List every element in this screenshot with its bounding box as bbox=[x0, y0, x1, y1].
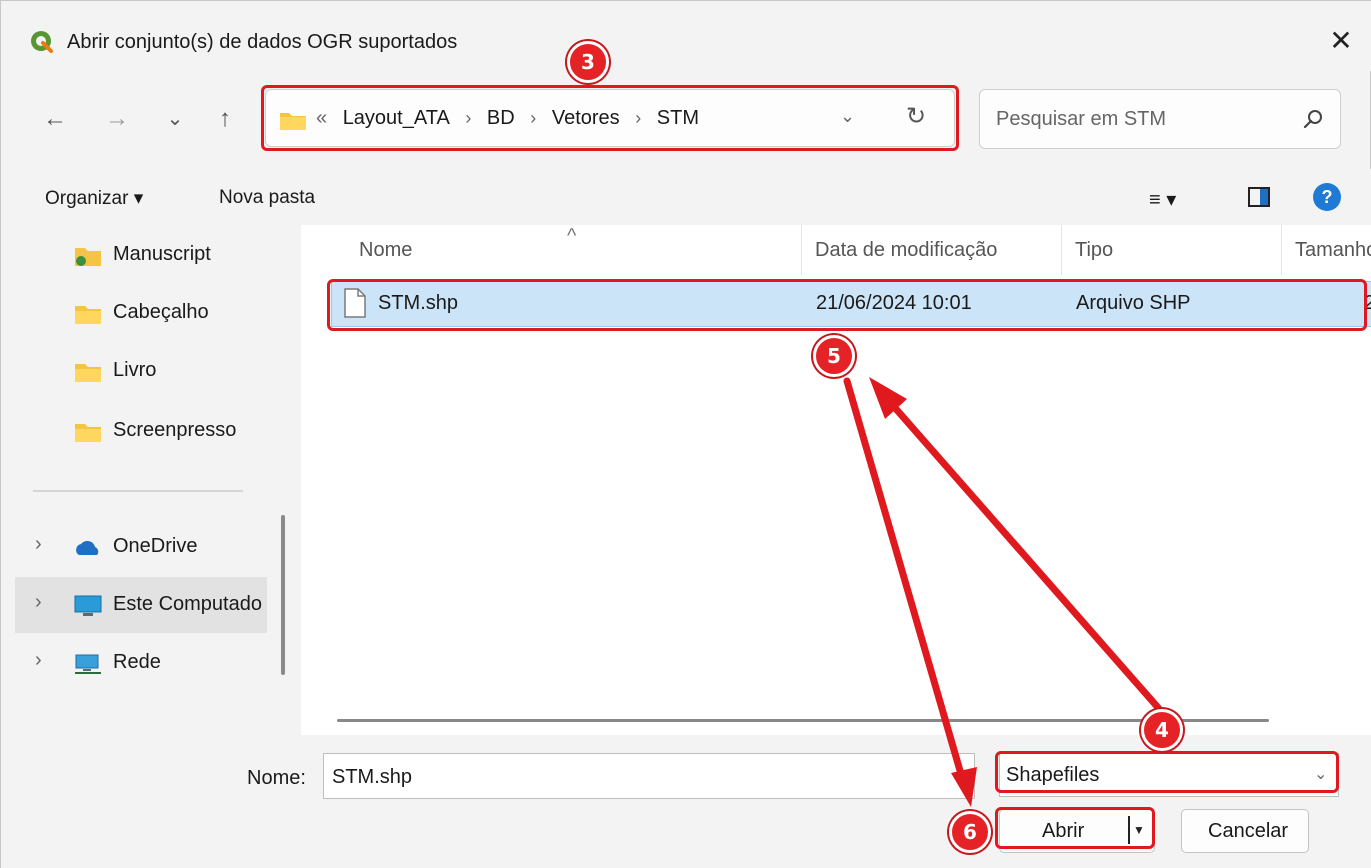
window-title: Abrir conjunto(s) de dados OGR suportado… bbox=[67, 31, 458, 53]
sidebar-item-livro[interactable]: Livro bbox=[15, 343, 265, 399]
cloud-icon bbox=[76, 540, 99, 555]
close-button[interactable]: ✕ bbox=[1319, 21, 1363, 61]
view-options-icon[interactable]: ≡ ▾ bbox=[1149, 187, 1176, 212]
command-bar: Organizar ▾ Nova pasta ≡ ▾ ? bbox=[1, 169, 1371, 225]
sort-ascending-icon: ^ bbox=[567, 225, 577, 247]
column-divider[interactable] bbox=[1061, 225, 1062, 275]
sidebar-item-label: Cabeçalho bbox=[113, 301, 209, 323]
help-icon[interactable]: ? bbox=[1313, 183, 1341, 211]
folder-icon bbox=[75, 306, 101, 324]
highlight-file-row bbox=[327, 279, 1367, 331]
highlight-address-bar bbox=[261, 85, 959, 151]
chevron-right-icon[interactable]: › bbox=[35, 533, 42, 556]
column-divider[interactable] bbox=[1281, 225, 1282, 275]
preview-pane-icon[interactable] bbox=[1247, 185, 1271, 209]
sidebar-item-label: Livro bbox=[113, 359, 157, 381]
up-button[interactable]: ↑ bbox=[205, 99, 245, 139]
step-badge-3: 3 bbox=[567, 41, 609, 83]
cancel-button[interactable]: Cancelar bbox=[1181, 809, 1309, 853]
sidebar-scrollbar[interactable] bbox=[281, 515, 285, 675]
new-folder-button[interactable]: Nova pasta bbox=[219, 187, 315, 209]
sidebar-item-label: Este Computador bbox=[113, 593, 263, 615]
forward-button[interactable]: → bbox=[97, 99, 137, 139]
column-header-type[interactable]: Tipo bbox=[1075, 239, 1113, 262]
search-icon[interactable] bbox=[1302, 108, 1324, 130]
chevron-right-icon[interactable]: › bbox=[35, 591, 42, 614]
sidebar-item-label: OneDrive bbox=[113, 535, 198, 557]
sidebar-item-manuscript[interactable]: Manuscript bbox=[15, 227, 265, 283]
title-bar: Abrir conjunto(s) de dados OGR suportado… bbox=[1, 1, 1371, 71]
recent-locations-button[interactable]: ⌄ bbox=[155, 99, 195, 139]
sidebar-item-network[interactable]: › Rede bbox=[15, 635, 265, 691]
sidebar-item-screenpresso[interactable]: Screenpresso bbox=[15, 403, 265, 459]
sidebar-item-cabecalho[interactable]: Cabeçalho bbox=[15, 285, 265, 341]
navigation-pane: Manuscript Cabeçalho Livro Screenpresso bbox=[15, 225, 287, 735]
folder-icon bbox=[75, 364, 101, 382]
sidebar-item-onedrive[interactable]: › OneDrive bbox=[15, 519, 265, 575]
folder-sync-icon bbox=[75, 248, 101, 266]
organize-menu[interactable]: Organizar ▾ bbox=[45, 187, 143, 210]
search-input[interactable]: Pesquisar em STM bbox=[979, 89, 1341, 149]
column-header-name[interactable]: Nome bbox=[359, 239, 412, 262]
computer-icon bbox=[74, 595, 102, 616]
filename-input[interactable]: STM.shp bbox=[323, 753, 975, 799]
sidebar-item-label: Screenpresso bbox=[113, 419, 237, 441]
cancel-button-label: Cancelar bbox=[1208, 820, 1289, 842]
column-header-size[interactable]: Tamanho bbox=[1295, 239, 1371, 262]
highlight-filetype bbox=[995, 751, 1339, 793]
column-header-modified[interactable]: Data de modificação bbox=[815, 239, 997, 262]
open-file-dialog: Abrir conjunto(s) de dados OGR suportado… bbox=[0, 0, 1371, 868]
chevron-right-icon[interactable]: › bbox=[35, 649, 42, 672]
step-badge-5: 5 bbox=[813, 335, 855, 377]
step-badge-6: 6 bbox=[949, 811, 991, 853]
sidebar-divider bbox=[33, 490, 243, 492]
sidebar-item-label: Manuscript bbox=[113, 243, 211, 265]
folder-icon bbox=[75, 424, 101, 442]
search-placeholder: Pesquisar em STM bbox=[996, 108, 1167, 130]
filename-label: Nome: bbox=[247, 767, 306, 789]
sidebar-item-this-pc[interactable]: › Este Computador bbox=[15, 577, 267, 633]
filename-value: STM.shp bbox=[332, 766, 413, 788]
sidebar-item-label: Rede bbox=[113, 651, 161, 673]
horizontal-scrollbar[interactable] bbox=[337, 719, 1269, 722]
column-divider[interactable] bbox=[801, 225, 802, 275]
back-button[interactable]: ← bbox=[35, 99, 75, 139]
step-badge-4: 4 bbox=[1141, 709, 1183, 751]
qgis-logo-icon bbox=[31, 31, 53, 53]
network-icon bbox=[75, 654, 101, 674]
highlight-open-button bbox=[995, 807, 1155, 849]
